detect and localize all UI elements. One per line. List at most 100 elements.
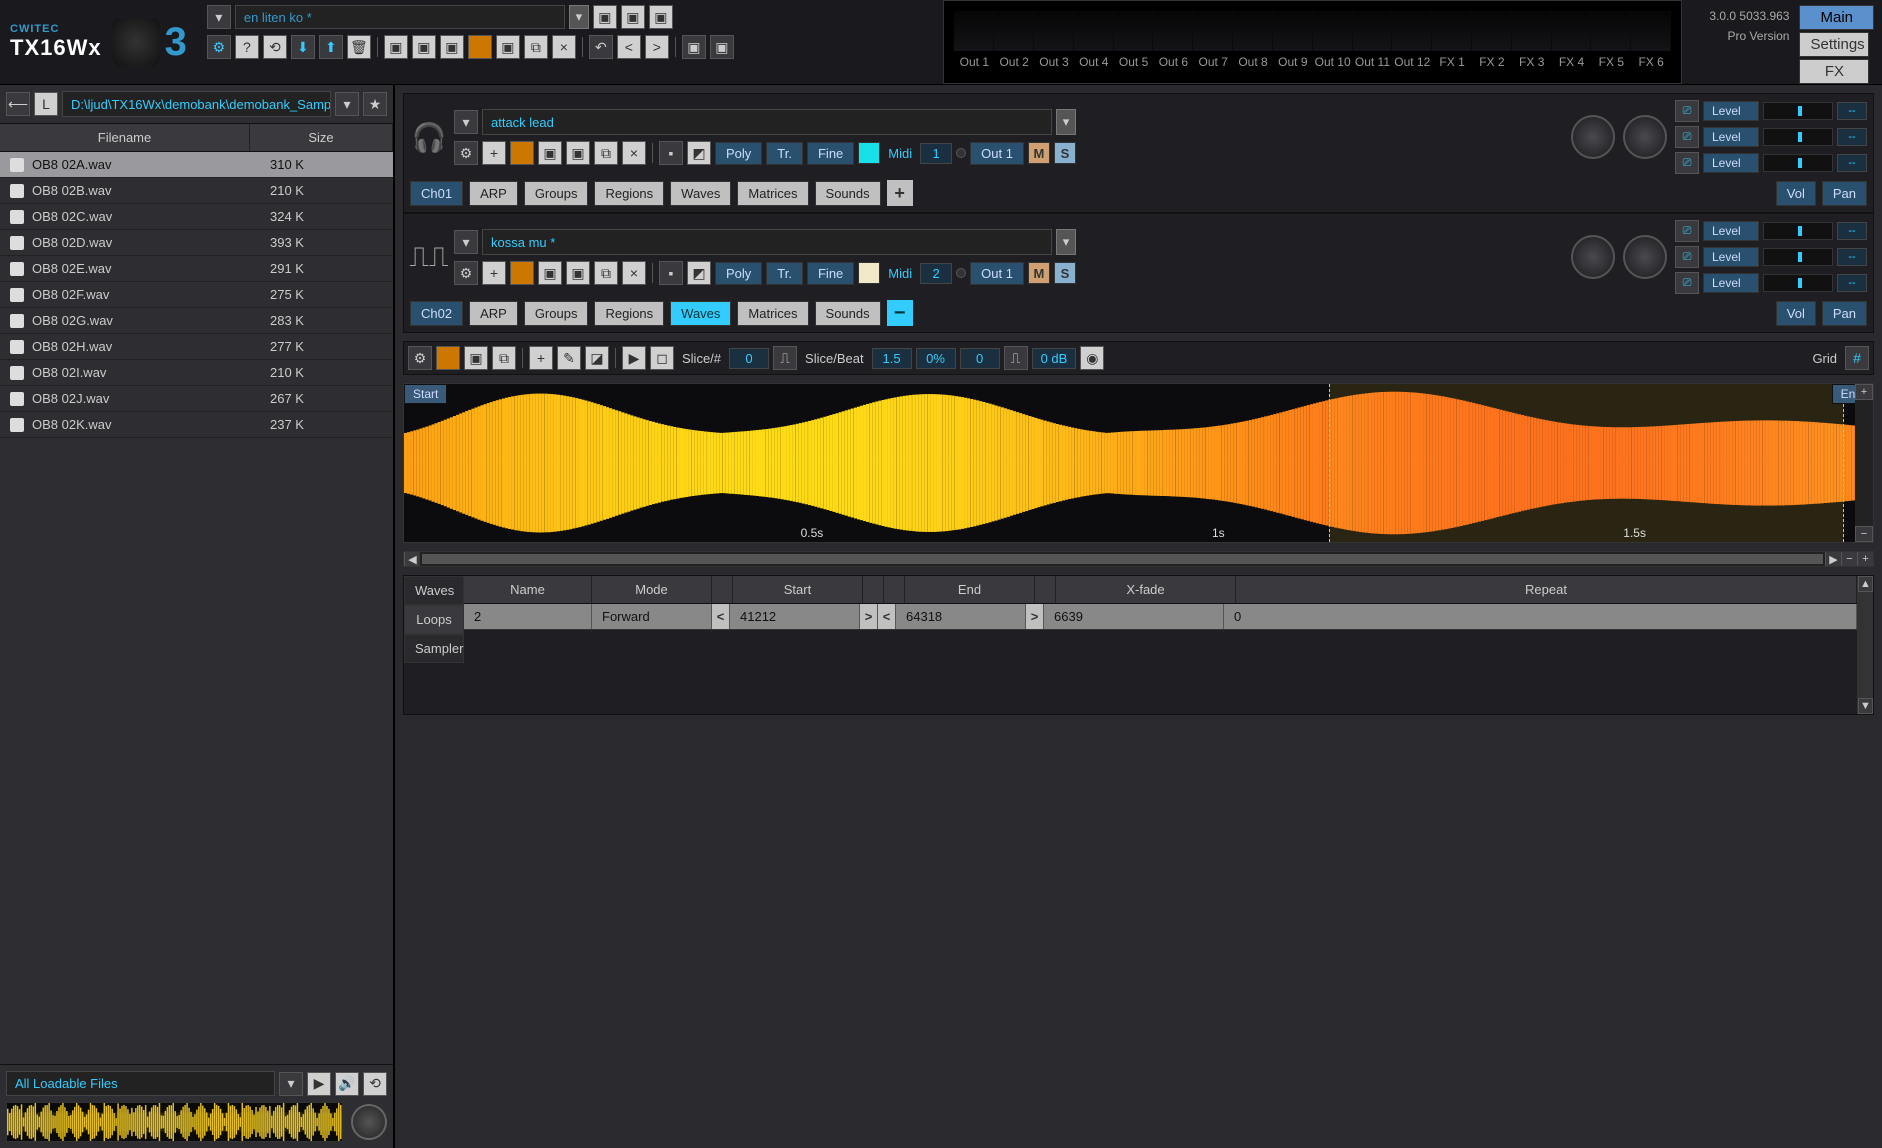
loop-name-cell[interactable]: 2 (464, 604, 592, 629)
file-row[interactable]: OB8 02B.wav 210 K (0, 178, 393, 204)
zoom-vert-in[interactable]: + (1855, 384, 1873, 400)
loop-col-mode[interactable]: Mode (592, 576, 712, 603)
pan-knob[interactable] (1623, 235, 1667, 279)
pan-button[interactable]: Pan (1822, 301, 1867, 326)
output-label-15[interactable]: FX 4 (1552, 51, 1592, 73)
output-label-3[interactable]: Out 4 (1074, 51, 1114, 73)
slice-beat-field[interactable]: 1.5 (872, 348, 912, 369)
output-label-14[interactable]: FX 3 (1512, 51, 1552, 73)
channel-id-label[interactable]: Ch01 (410, 181, 463, 206)
channel-remove-button[interactable]: − (887, 300, 913, 326)
channel-color-swatch[interactable] (858, 262, 880, 284)
level-meter[interactable] (1763, 102, 1833, 120)
output-label-17[interactable]: FX 6 (1631, 51, 1671, 73)
channel-tab-regions[interactable]: Regions (594, 301, 664, 326)
browser-fav-dropdown[interactable]: ▾ (335, 92, 359, 116)
program-close-button[interactable]: × (622, 141, 646, 165)
program-save-button[interactable]: ▣ (538, 261, 562, 285)
waveform-view[interactable]: Start End 0.5s 1s 1.5s + − (403, 383, 1874, 543)
fine-button[interactable]: Fine (807, 262, 854, 285)
zoom-vert-out[interactable]: − (1855, 526, 1873, 542)
midi-channel-field[interactable]: 2 (920, 263, 952, 284)
slice-offset-field[interactable]: 0 (960, 348, 1000, 369)
level-value[interactable]: -- (1837, 222, 1867, 240)
perf-dropdown-right[interactable]: ▾ (569, 5, 589, 29)
wave-zoom-vertical[interactable]: + − (1855, 384, 1873, 542)
browser-back-button[interactable]: ⟵ (6, 92, 30, 116)
output-label-8[interactable]: Out 9 (1273, 51, 1313, 73)
main-tab-button[interactable]: Main (1799, 5, 1874, 30)
loop-start-cell[interactable]: 41212 (730, 604, 860, 629)
wave-scrollbar[interactable]: ◀ ▶ − + (403, 551, 1874, 567)
output-label-2[interactable]: Out 3 (1034, 51, 1074, 73)
file-row[interactable]: OB8 02K.wav 237 K (0, 412, 393, 438)
level-value[interactable]: -- (1837, 248, 1867, 266)
channel-id-label[interactable]: Ch02 (410, 301, 463, 326)
channel-tab-arp[interactable]: ARP (469, 181, 518, 206)
browser-up-button[interactable]: L (34, 92, 58, 116)
wave-gear-icon[interactable]: ⚙ (408, 346, 432, 370)
wave-play-button[interactable]: ▶ (622, 346, 646, 370)
program-copy-button[interactable]: ⧉ (594, 261, 618, 285)
spectrum-icon[interactable]: ⎍⎍ (410, 238, 448, 276)
loop-end-prev[interactable]: < (878, 604, 896, 629)
level-meter[interactable] (1763, 274, 1833, 292)
volume-knob[interactable] (1571, 115, 1615, 159)
perf-save-button[interactable]: ▣ (621, 5, 645, 29)
trash-icon[interactable]: 🗑 (347, 35, 371, 59)
output-label-10[interactable]: Out 11 (1353, 51, 1393, 73)
loop-col-name[interactable]: Name (464, 576, 592, 603)
loop-start-next[interactable]: > (860, 604, 878, 629)
program-copy-button[interactable]: ⧉ (594, 141, 618, 165)
filename-column-header[interactable]: Filename (0, 124, 250, 151)
loop-icon[interactable]: ⟲ (263, 35, 287, 59)
file-row[interactable]: OB8 02C.wav 324 K (0, 204, 393, 230)
program-opt-a[interactable]: ▪ (659, 141, 683, 165)
program-dropdown-left[interactable]: ▾ (454, 230, 478, 254)
help-icon[interactable]: ? (235, 35, 259, 59)
file-row[interactable]: OB8 02F.wav 275 K (0, 282, 393, 308)
loop-region-overlay[interactable] (1329, 384, 1843, 542)
loop-start-prev[interactable]: < (712, 604, 730, 629)
tool-b-button[interactable]: ▣ (412, 35, 436, 59)
program-dropdown-left[interactable]: ▾ (454, 110, 478, 134)
slice-num-field[interactable]: 0 (729, 348, 769, 369)
vol-button[interactable]: Vol (1776, 301, 1816, 326)
wave-copy-button[interactable]: ⧉ (492, 346, 516, 370)
file-row[interactable]: OB8 02D.wav 393 K (0, 230, 393, 256)
program-add-button[interactable]: + (482, 261, 506, 285)
output-label-12[interactable]: FX 1 (1432, 51, 1472, 73)
tool-d-button[interactable] (468, 35, 492, 59)
tool-c-button[interactable]: ▣ (440, 35, 464, 59)
poly-button[interactable]: Poly (715, 262, 762, 285)
volume-knob[interactable] (1571, 235, 1615, 279)
wave-stop-button[interactable]: ◻ (650, 346, 674, 370)
output-label-11[interactable]: Out 12 (1392, 51, 1432, 73)
scroll-right-button[interactable]: ▶ (1825, 552, 1841, 566)
preview-loop-button[interactable]: ⟲ (363, 1072, 387, 1096)
preview-volume-knob[interactable] (351, 1104, 387, 1140)
file-row[interactable]: OB8 02J.wav 267 K (0, 386, 393, 412)
loop-tab-sampler[interactable]: Sampler (404, 634, 464, 663)
level-meter[interactable] (1763, 128, 1833, 146)
program-add-button[interactable]: + (482, 141, 506, 165)
program-close-button[interactable]: × (622, 261, 646, 285)
program-opt-b[interactable]: ◩ (687, 141, 711, 165)
level-value[interactable]: -- (1837, 102, 1867, 120)
slice-detect-button[interactable]: ⎍ (773, 346, 797, 370)
db-field[interactable]: 0 dB (1032, 348, 1077, 369)
output-label-1[interactable]: Out 2 (994, 51, 1034, 73)
program-name[interactable]: kossa mu * (482, 229, 1052, 255)
transpose-button[interactable]: Tr. (766, 142, 803, 165)
program-dropdown-right[interactable]: ▾ (1056, 229, 1076, 255)
wave-add-button[interactable]: + (529, 346, 553, 370)
loop-scrollbar[interactable]: ▲ ▼ (1857, 576, 1873, 714)
preview-play-button[interactable]: ▶ (307, 1072, 331, 1096)
file-row[interactable]: OB8 02I.wav 210 K (0, 360, 393, 386)
perf-dropdown-left[interactable]: ▾ (207, 5, 231, 29)
program-name[interactable]: attack lead (482, 109, 1052, 135)
midi-channel-field[interactable]: 1 (920, 143, 952, 164)
tool-a-button[interactable]: ▣ (384, 35, 408, 59)
size-column-header[interactable]: Size (250, 124, 393, 151)
output-select[interactable]: Out 1 (970, 142, 1024, 165)
